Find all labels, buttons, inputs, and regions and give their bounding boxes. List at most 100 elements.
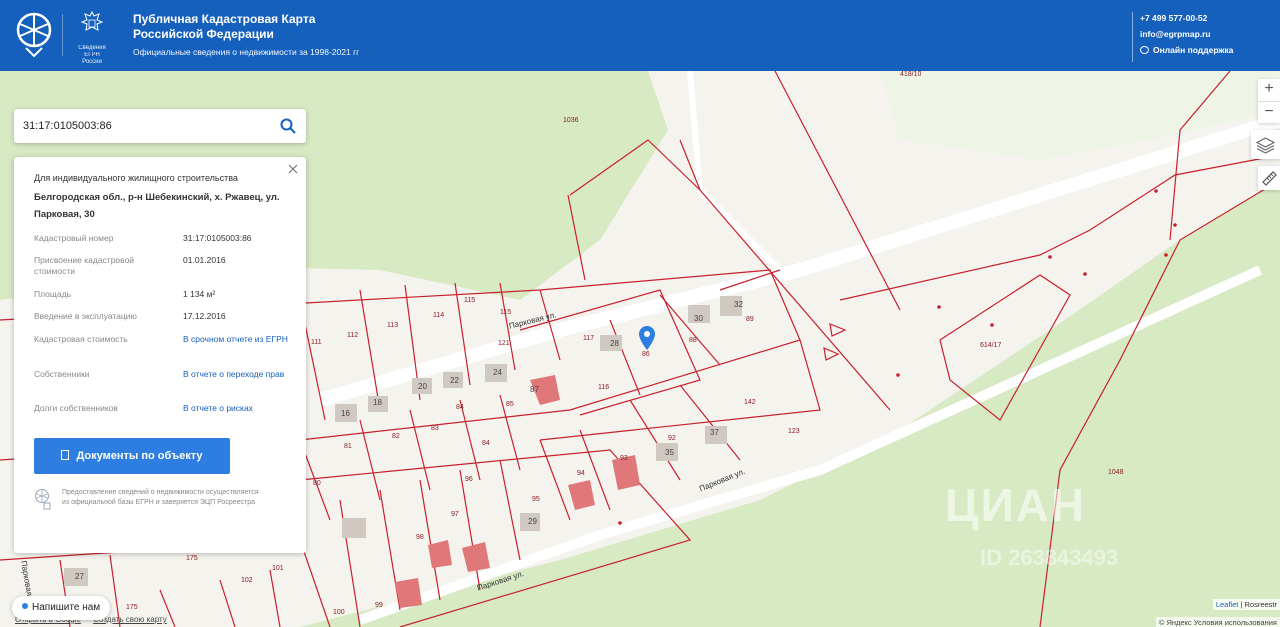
cadastral-value-report-link[interactable]: В срочном отчете из ЕГРН — [183, 334, 298, 345]
egrn-emblem: Сведения ЕГРН России — [74, 10, 110, 65]
support-link[interactable]: Онлайн поддержка — [1140, 42, 1233, 58]
chat-status-dot-icon — [22, 603, 28, 609]
cadastral-search[interactable] — [14, 109, 306, 143]
house-number-label: 32 — [734, 300, 743, 309]
boundary-marker-1 — [829, 323, 847, 337]
parcel-number-label: 117 — [583, 335, 595, 342]
site-logo-icon[interactable] — [16, 12, 52, 58]
building-97-red — [462, 542, 490, 572]
emblem-caption-2: ЕГРН России — [82, 52, 102, 65]
house-number-label: 30 — [694, 314, 703, 323]
prop-value: 31:17:0105003:86 — [183, 233, 252, 243]
owners-report-link[interactable]: В отчете о переходе прав — [183, 369, 298, 380]
object-type: Для индивидуального жилищного строительс… — [34, 173, 238, 183]
parcel-number-label: 96 — [465, 476, 473, 483]
parcel-number-label: 114 — [433, 312, 445, 319]
layers-button[interactable] — [1251, 130, 1280, 159]
building-152-red — [428, 540, 452, 568]
risk-report-link[interactable]: В отчете о рисках — [183, 403, 298, 414]
parcel-number-label: 112 — [347, 332, 359, 339]
contacts-divider — [1132, 12, 1133, 62]
house-number-label: 35 — [665, 448, 674, 457]
house-number-label: 22 — [450, 376, 459, 385]
phone-link[interactable]: +7 499 577-00-52 — [1140, 10, 1233, 26]
building-94-red — [568, 480, 595, 510]
parcel-number-label: 111 — [311, 339, 322, 346]
parcel-number-label: 418/10 — [900, 71, 922, 78]
parcel-number-label: 84 — [456, 404, 464, 411]
zoom-control: + − — [1258, 79, 1280, 123]
prop-value: 1 134 м² — [183, 289, 216, 299]
header-divider — [62, 14, 63, 56]
house-number-label: 16 — [341, 409, 350, 418]
search-icon[interactable] — [280, 118, 296, 134]
zoom-out-button[interactable]: − — [1258, 102, 1280, 124]
prop-value: 17.12.2016 — [183, 311, 226, 321]
title-line-2: Российской Федерации — [133, 27, 274, 41]
cian-watermark-id: ID 263843493 — [980, 545, 1119, 570]
house-number-label: 28 — [610, 339, 619, 348]
parcel-number-label: 81 — [344, 443, 352, 450]
parcel-number-label: 97 — [451, 511, 459, 518]
support-label: Онлайн поддержка — [1153, 45, 1234, 55]
layers-icon — [1255, 137, 1276, 154]
location-pin-icon[interactable] — [638, 325, 656, 351]
parcel-number-label: 123 — [788, 428, 800, 435]
prop-key: Долги собственников — [34, 403, 118, 413]
chat-bubble-icon — [1140, 46, 1149, 54]
parcel-number-label: 86 — [642, 351, 650, 358]
prop-key: Кадастровая стоимость — [34, 334, 128, 344]
parcel-number-label: 175 — [126, 604, 138, 611]
email-link[interactable]: info@egrpmap.ru — [1140, 26, 1233, 42]
egrn-disclaimer: Предоставление сведений о недвижимости о… — [62, 489, 259, 506]
measure-button[interactable] — [1258, 166, 1280, 190]
parcel-number-label: 116 — [598, 384, 610, 391]
parcel-number-label: 115 — [464, 297, 476, 304]
signature-seal-icon — [35, 489, 51, 510]
boundary-marker-2 — [823, 347, 840, 361]
close-icon[interactable] — [286, 162, 300, 176]
eagle-emblem-icon — [80, 10, 104, 31]
emblem-caption-1: Сведения — [78, 45, 106, 51]
page-title[interactable]: Публичная Кадастровая Карта Российской Ф… — [133, 12, 315, 42]
prop-value: 01.01.2016 — [183, 255, 226, 265]
house-number-label: 37 — [710, 428, 719, 437]
object-info-panel: Для индивидуального жилищного строительс… — [14, 157, 306, 553]
prop-key: Введение в эксплуатацию — [34, 311, 137, 321]
zoom-in-button[interactable]: + — [1258, 79, 1280, 101]
parcel-outline-142 — [539, 339, 821, 481]
parcel-number-label: 82 — [392, 433, 400, 440]
parcel-number-label: 84 — [482, 440, 490, 447]
site-header: Сведения ЕГРН России Публичная Кадастров… — [0, 0, 1280, 71]
search-input[interactable] — [23, 117, 263, 135]
house-number-label: 87 — [530, 385, 539, 394]
parcel-number-label: 175 — [186, 555, 198, 562]
parcel-number-label: 614/17 — [980, 342, 1002, 349]
yandex-attribution[interactable]: © Яндекс Условия использования — [1155, 617, 1280, 627]
parcel-number-label: 80 — [313, 480, 321, 487]
documents-button[interactable]: Документы по объекту — [34, 438, 230, 474]
parcel-number-label: 88 — [689, 337, 697, 344]
parcel-number-label: 115 — [500, 309, 512, 316]
object-address: Белгородская обл., р-н Шебекинский, х. Р… — [34, 192, 280, 220]
parcel-number-label: 113 — [387, 322, 399, 329]
leaflet-link[interactable]: Leaflet — [1216, 600, 1239, 609]
parcel-number-label: 1048 — [1108, 469, 1124, 476]
parcel-number-label: 85 — [506, 401, 514, 408]
chat-widget-button[interactable]: Напишите нам — [12, 596, 111, 620]
parcel-number-label: 121 — [498, 340, 510, 347]
cian-watermark: ЦИАН — [945, 479, 1087, 531]
header-contacts: +7 499 577-00-52 info@egrpmap.ru Онлайн … — [1132, 10, 1233, 62]
road-north — [687, 71, 783, 273]
document-icon — [61, 450, 70, 460]
prop-key: Присвоение кадастровой стоимости — [34, 255, 135, 276]
house-number-label: 18 — [373, 398, 382, 407]
parcel-number-label: 83 — [431, 425, 439, 432]
parcel-number-label: 95 — [532, 496, 540, 503]
parcel-number-label: 142 — [744, 399, 756, 406]
parcel-number-label: 99 — [375, 602, 383, 609]
house-number-label: 29 — [528, 517, 537, 526]
house-number-label: 20 — [418, 382, 427, 391]
parcel-dividers-86 — [609, 269, 781, 396]
prop-key: Собственники — [34, 369, 90, 379]
